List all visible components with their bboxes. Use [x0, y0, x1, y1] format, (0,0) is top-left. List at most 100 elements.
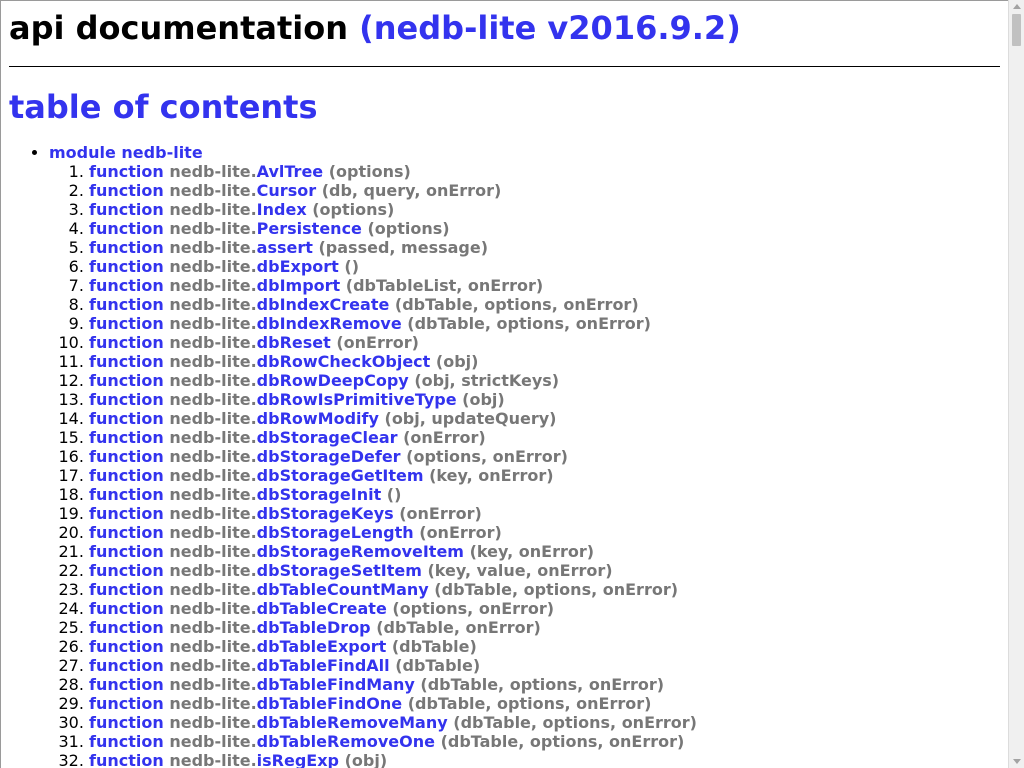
function-namespace: nedb-lite. — [169, 238, 257, 257]
function-name: dbTableFindMany — [256, 675, 415, 694]
function-link[interactable]: function nedb-lite.Persistence (options) — [89, 219, 450, 238]
function-name: dbStorageLength — [256, 523, 414, 542]
version-link[interactable]: (nedb-lite v2016.9.2) — [359, 9, 741, 47]
function-link[interactable]: function nedb-lite.dbTableDrop (dbTable,… — [89, 618, 541, 637]
function-link[interactable]: function nedb-lite.dbRowDeepCopy (obj, s… — [89, 371, 559, 390]
function-namespace: nedb-lite. — [169, 295, 257, 314]
function-link[interactable]: function nedb-lite.dbExport () — [89, 257, 359, 276]
function-link[interactable]: function nedb-lite.dbTableFindOne (dbTab… — [89, 694, 651, 713]
function-args: (key, value, onError) — [427, 561, 613, 580]
toc-list: module nedb-lite function nedb-lite.AvlT… — [9, 143, 1000, 768]
function-link[interactable]: function nedb-lite.assert (passed, messa… — [89, 238, 488, 257]
function-keyword: function — [89, 675, 164, 694]
module-link[interactable]: module nedb-lite — [49, 143, 203, 162]
function-keyword: function — [89, 371, 164, 390]
function-name: dbIndexCreate — [256, 295, 390, 314]
function-list-item: function nedb-lite.dbTableFindAll (dbTab… — [89, 656, 1000, 675]
function-name: dbStorageSetItem — [256, 561, 422, 580]
function-list-item: function nedb-lite.dbTableRemoveMany (db… — [89, 713, 1000, 732]
function-link[interactable]: function nedb-lite.AvlTree (options) — [89, 162, 411, 181]
function-namespace: nedb-lite. — [169, 257, 257, 276]
function-name: dbRowDeepCopy — [256, 371, 409, 390]
function-link[interactable]: function nedb-lite.Cursor (db, query, on… — [89, 181, 501, 200]
function-args: (onError) — [399, 504, 482, 523]
function-namespace: nedb-lite. — [169, 466, 257, 485]
function-link[interactable]: function nedb-lite.dbStorageInit () — [89, 485, 401, 504]
function-link[interactable]: function nedb-lite.dbStorageDefer (optio… — [89, 447, 568, 466]
function-keyword: function — [89, 390, 164, 409]
function-namespace: nedb-lite. — [169, 333, 257, 352]
function-link[interactable]: function nedb-lite.isRegExp (obj) — [89, 751, 387, 768]
function-name: dbRowIsPrimitiveType — [256, 390, 457, 409]
scroll-down-arrow-icon[interactable] — [1013, 759, 1021, 764]
function-link[interactable]: function nedb-lite.dbTableFindAll (dbTab… — [89, 656, 480, 675]
function-keyword: function — [89, 295, 164, 314]
function-link[interactable]: function nedb-lite.dbImport (dbTableList… — [89, 276, 543, 295]
function-link[interactable]: function nedb-lite.dbTableExport (dbTabl… — [89, 637, 477, 656]
function-name: dbTableCreate — [256, 599, 387, 618]
function-args: (onError) — [336, 333, 419, 352]
function-name: Index — [256, 200, 307, 219]
function-namespace: nedb-lite. — [169, 637, 257, 656]
function-name: dbTableRemoveMany — [256, 713, 448, 732]
function-list-item: function nedb-lite.dbTableCountMany (dbT… — [89, 580, 1000, 599]
function-keyword: function — [89, 314, 164, 333]
vertical-scrollbar[interactable] — [1008, 0, 1024, 768]
page-viewport: api documentation (nedb-lite v2016.9.2) … — [0, 0, 1008, 768]
function-keyword: function — [89, 352, 164, 371]
function-link[interactable]: function nedb-lite.dbTableCountMany (dbT… — [89, 580, 678, 599]
function-keyword: function — [89, 219, 164, 238]
function-link[interactable]: function nedb-lite.dbStorageClear (onErr… — [89, 428, 486, 447]
function-name: dbStorageRemoveItem — [256, 542, 464, 561]
scrollbar-thumb[interactable] — [1012, 14, 1021, 46]
function-name: dbRowCheckObject — [256, 352, 431, 371]
function-link[interactable]: function nedb-lite.dbStorageLength (onEr… — [89, 523, 502, 542]
scroll-up-arrow-icon[interactable] — [1013, 4, 1021, 9]
function-keyword: function — [89, 637, 164, 656]
function-keyword: function — [89, 466, 164, 485]
function-name: dbIndexRemove — [256, 314, 402, 333]
function-link[interactable]: function nedb-lite.Index (options) — [89, 200, 394, 219]
function-link[interactable]: function nedb-lite.dbIndexCreate (dbTabl… — [89, 295, 639, 314]
function-link[interactable]: function nedb-lite.dbStorageKeys (onErro… — [89, 504, 482, 523]
function-link[interactable]: function nedb-lite.dbRowCheckObject (obj… — [89, 352, 478, 371]
function-keyword: function — [89, 618, 164, 637]
function-keyword: function — [89, 276, 164, 295]
function-namespace: nedb-lite. — [169, 751, 257, 768]
function-namespace: nedb-lite. — [169, 694, 257, 713]
function-name: dbTableFindOne — [256, 694, 403, 713]
function-keyword: function — [89, 238, 164, 257]
function-keyword: function — [89, 447, 164, 466]
function-namespace: nedb-lite. — [169, 656, 257, 675]
function-link[interactable]: function nedb-lite.dbStorageRemoveItem (… — [89, 542, 594, 561]
function-link[interactable]: function nedb-lite.dbRowModify (obj, upd… — [89, 409, 556, 428]
function-list: function nedb-lite.AvlTree (options)func… — [49, 162, 1000, 768]
function-link[interactable]: function nedb-lite.dbTableFindMany (dbTa… — [89, 675, 664, 694]
function-link[interactable]: function nedb-lite.dbReset (onError) — [89, 333, 419, 352]
function-list-item: function nedb-lite.dbTableExport (dbTabl… — [89, 637, 1000, 656]
function-namespace: nedb-lite. — [169, 352, 257, 371]
function-list-item: function nedb-lite.isRegExp (obj) — [89, 751, 1000, 768]
function-list-item: function nedb-lite.dbStorageClear (onErr… — [89, 428, 1000, 447]
function-link[interactable]: function nedb-lite.dbTableRemoveOne (dbT… — [89, 732, 684, 751]
function-link[interactable]: function nedb-lite.dbStorageSetItem (key… — [89, 561, 613, 580]
function-args: (dbTable, options, onError) — [434, 580, 679, 599]
function-args: (options) — [328, 162, 411, 181]
function-name: dbStorageInit — [256, 485, 382, 504]
function-args: (dbTable, options, onError) — [420, 675, 665, 694]
function-link[interactable]: function nedb-lite.dbStorageGetItem (key… — [89, 466, 554, 485]
function-keyword: function — [89, 599, 164, 618]
function-link[interactable]: function nedb-lite.dbRowIsPrimitiveType … — [89, 390, 505, 409]
function-link[interactable]: function nedb-lite.dbTableRemoveMany (db… — [89, 713, 697, 732]
function-keyword: function — [89, 333, 164, 352]
function-link[interactable]: function nedb-lite.dbTableCreate (option… — [89, 599, 554, 618]
function-namespace: nedb-lite. — [169, 371, 257, 390]
function-list-item: function nedb-lite.dbStorageSetItem (key… — [89, 561, 1000, 580]
toc-heading[interactable]: table of contents — [9, 87, 1000, 127]
function-namespace: nedb-lite. — [169, 732, 257, 751]
function-list-item: function nedb-lite.dbTableFindOne (dbTab… — [89, 694, 1000, 713]
function-name: dbStorageKeys — [256, 504, 394, 523]
function-args: (obj) — [462, 390, 505, 409]
function-link[interactable]: function nedb-lite.dbIndexRemove (dbTabl… — [89, 314, 651, 333]
function-namespace: nedb-lite. — [169, 390, 257, 409]
